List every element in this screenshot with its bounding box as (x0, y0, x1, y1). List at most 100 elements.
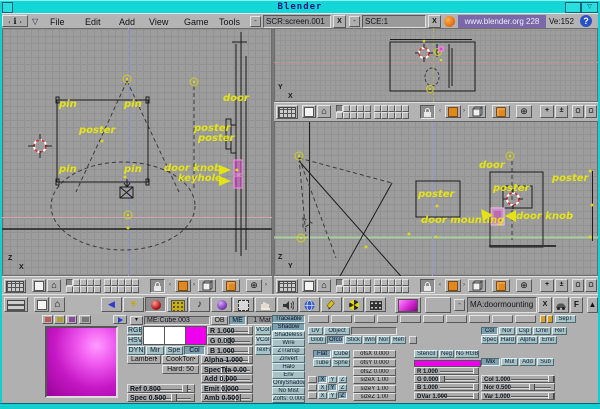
window-type-button[interactable] (276, 105, 298, 119)
dyn-button[interactable]: DYN (127, 346, 145, 355)
preview-halo-button[interactable] (66, 315, 77, 324)
map-nor-button[interactable]: Nor (499, 327, 515, 335)
radiosity-buttons-button[interactable] (343, 297, 364, 312)
mapz-blank[interactable] (308, 392, 317, 399)
map-emit-button[interactable]: Emit (539, 336, 557, 344)
panel-up-button[interactable]: ▲ (587, 297, 598, 313)
paint-buttons-button[interactable] (321, 297, 342, 312)
g-slider[interactable]: G 0.000 (207, 336, 253, 345)
menu-file[interactable]: File (50, 17, 65, 27)
preview-backdrop-button[interactable] (79, 315, 91, 324)
material-preview-button[interactable] (395, 297, 421, 313)
material-buttons-button[interactable] (145, 297, 166, 312)
color-swatch-spec[interactable] (164, 326, 186, 345)
view-buttons-button[interactable]: ◀ (101, 297, 122, 312)
material-name-field[interactable]: MA:doormounting (467, 297, 537, 313)
full-window-button-panel[interactable] (34, 297, 49, 312)
col-button[interactable]: Col (184, 346, 205, 355)
map-hard-button[interactable]: Hard (499, 336, 516, 344)
blank-button[interactable] (425, 297, 451, 313)
anim-buttons-button[interactable]: ♪ (189, 297, 210, 312)
texture-color-swatch[interactable] (414, 360, 481, 367)
map-cmir-button[interactable]: Cmir (533, 327, 551, 335)
room-top-view[interactable] (390, 40, 475, 92)
layer-buttons-br[interactable] (336, 279, 412, 293)
mapx-y[interactable]: Y (328, 376, 337, 383)
texture-slot[interactable] (469, 315, 490, 323)
collapse-button[interactable]: - (250, 16, 261, 27)
add-slider[interactable]: Add 0.000 (201, 374, 253, 383)
scene-delete-button[interactable]: X (428, 15, 441, 28)
ofsz-number[interactable]: ofsZ 0.000 (353, 368, 396, 376)
mapy-z[interactable]: Z (338, 384, 347, 391)
copy-material-button[interactable] (113, 315, 127, 324)
b-slider[interactable]: B 1.000 (207, 346, 253, 355)
draw-type-button-br[interactable] (468, 279, 486, 292)
flag-nomist[interactable]: No Mist (272, 387, 305, 395)
window-type-button-br[interactable] (276, 279, 298, 293)
tex-r-slider[interactable]: R 1.000 (414, 367, 479, 375)
lock-button[interactable] (420, 105, 435, 119)
select-mode-button[interactable] (445, 105, 461, 118)
world-buttons-button[interactable] (211, 297, 232, 312)
window-type-button-panel[interactable] (4, 297, 28, 312)
texture-buttons-button[interactable] (167, 297, 188, 312)
nor-button[interactable]: Nor (377, 336, 390, 344)
layer-buttons[interactable] (336, 105, 412, 119)
ref-slider[interactable]: Ref 0.800 (127, 384, 195, 393)
proportional-edit-button-left[interactable]: ⊕ (246, 279, 262, 292)
ob-button[interactable]: OB (211, 316, 228, 325)
proportional-edit-button[interactable]: ⊕ (516, 105, 532, 118)
flag-halo[interactable]: Halo (272, 363, 305, 371)
flag-zinvert[interactable]: Zinvert (272, 355, 305, 363)
mapz-x[interactable]: X (318, 392, 327, 399)
rotate-view-button-br[interactable]: Ω (572, 279, 584, 292)
cube-button[interactable]: Cube (332, 350, 350, 358)
map-ref-button[interactable]: Ref (552, 327, 567, 335)
neg-button[interactable]: Neg (439, 350, 454, 358)
uv-button[interactable]: UV (308, 327, 323, 335)
tube-button[interactable]: Tube (313, 359, 331, 367)
texture-slot[interactable] (400, 315, 421, 323)
map-nor-slider[interactable]: Nor 0.500 (481, 383, 555, 391)
mesh-name-field[interactable]: ME:Cube.003 (144, 316, 210, 325)
emit-slider[interactable]: Emit 0.000 (201, 384, 253, 393)
mapz-y[interactable]: Y (328, 392, 337, 399)
translate-view-button[interactable]: + (540, 105, 554, 118)
home-button-panel[interactable]: ⌂ (50, 297, 65, 312)
flag-shadeless[interactable]: Shadeless (272, 331, 305, 339)
color-swatch-mir[interactable] (185, 326, 207, 345)
scene-name-field[interactable]: SCE:1 (362, 15, 426, 28)
home-button-left[interactable]: ⌂ (47, 279, 61, 292)
menu-game[interactable]: Game (184, 17, 209, 27)
texture-slot[interactable] (492, 315, 513, 323)
shade-box[interactable]: ▽ (581, 2, 598, 13)
color-swatch-col[interactable] (143, 326, 165, 345)
mapz-z[interactable]: Z (338, 392, 347, 399)
texture-slot[interactable] (515, 315, 536, 323)
menu-view[interactable]: View (149, 17, 168, 27)
screen-name-field[interactable]: SCR:screen.001 (263, 15, 331, 28)
flag-traceable[interactable]: Traceable (272, 315, 305, 323)
menu-edit[interactable]: Edit (85, 17, 101, 27)
sizez-number[interactable]: sizeZ 1.00 (353, 393, 396, 401)
maximize-box[interactable] (565, 2, 581, 13)
win-button[interactable]: Win (363, 336, 376, 344)
rotate-view-button[interactable]: Ω (572, 105, 584, 118)
texture-channel-slots[interactable] (308, 315, 538, 323)
edit-buttons-button[interactable] (233, 297, 254, 312)
select-mode-button-left[interactable] (175, 279, 191, 292)
refl-button[interactable]: Refl (391, 336, 406, 344)
full-window-button-left[interactable] (32, 279, 46, 292)
me-button[interactable]: ME (229, 316, 246, 325)
texture-slot[interactable] (354, 315, 375, 323)
rotate-view-button-br-2[interactable]: Ω (585, 279, 597, 292)
screen-menu-arrow-icon[interactable]: ▽ (32, 17, 38, 26)
hard-number-button[interactable]: Hard: 50 (162, 365, 199, 374)
ofsx-number[interactable]: ofsX 0.000 (353, 350, 396, 358)
texture-slot[interactable] (331, 315, 352, 323)
small-blank-button[interactable] (409, 336, 417, 344)
pivot-button-left[interactable] (222, 279, 240, 292)
map-spec-button[interactable]: Spec (481, 336, 498, 344)
blend-sub-button[interactable]: Sub (537, 358, 554, 366)
